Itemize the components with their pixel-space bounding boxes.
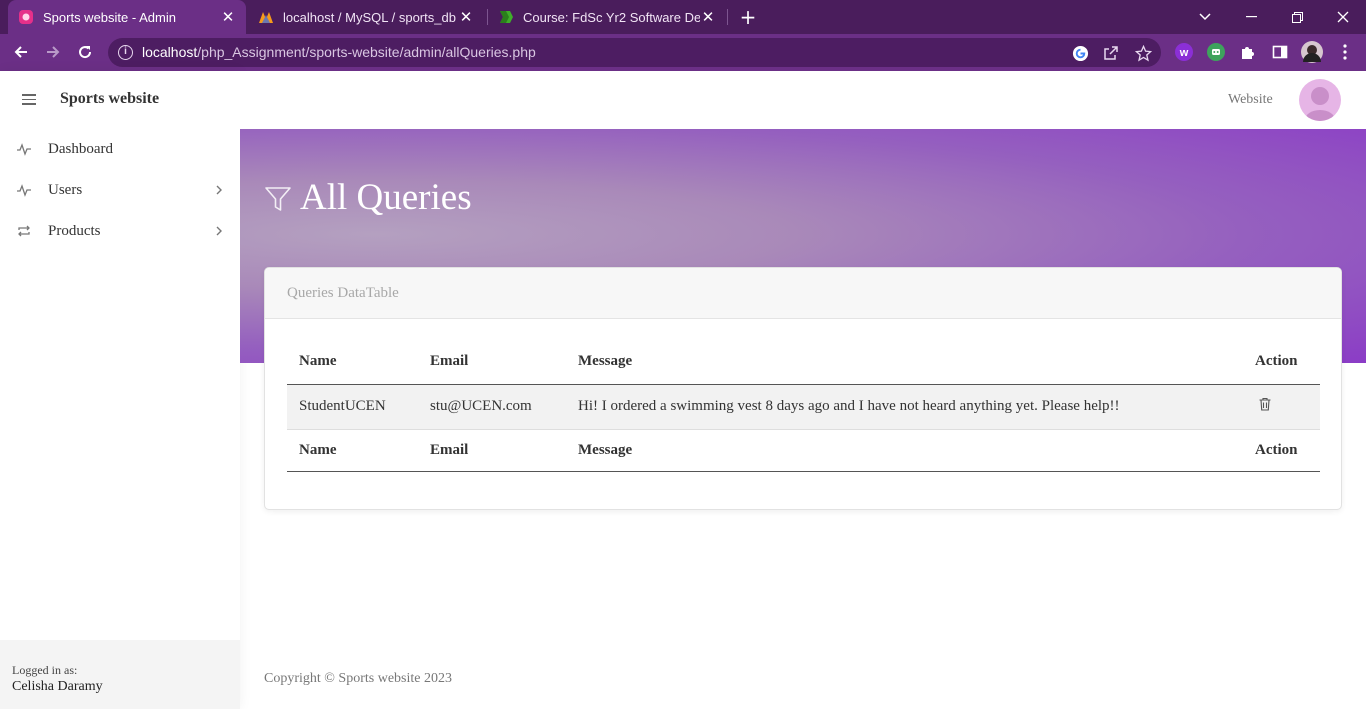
google-lens-icon[interactable]: [1071, 44, 1089, 62]
admin-sidebar: Sports website Dashboard Users Products …: [0, 71, 240, 709]
footer-header-message: Message: [566, 428, 1243, 472]
top-navbar: Website: [240, 71, 1366, 129]
phpmyadmin-favicon-icon: [259, 12, 273, 23]
sidebar-footer: Logged in as: Celisha Daramy: [0, 640, 240, 709]
browser-tab-admin[interactable]: Sports website - Admin ✕: [8, 0, 246, 34]
table-footer-row: Name Email Message Action: [287, 428, 1320, 472]
browser-tab-phpmyadmin[interactable]: localhost / MySQL / sports_db / p ✕: [248, 0, 484, 34]
footer-header-action: Action: [1243, 428, 1320, 472]
table-row: StudentUCEN stu@UCEN.com Hi! I ordered a…: [287, 384, 1320, 430]
user-avatar-icon: [1305, 87, 1335, 121]
column-header-message[interactable]: Message: [566, 340, 1243, 385]
sidebar-item-label: Users: [48, 182, 83, 198]
cell-action: [1243, 384, 1320, 430]
profile-avatar-icon[interactable]: [1301, 41, 1323, 63]
column-header-action[interactable]: Action: [1243, 340, 1320, 385]
minimize-icon[interactable]: [1228, 0, 1274, 34]
footer-header-name: Name: [287, 428, 418, 472]
sidebar-toggle-icon[interactable]: [22, 94, 36, 106]
filter-icon: [265, 187, 291, 211]
tab-close-icon[interactable]: ✕: [700, 8, 716, 26]
address-bar[interactable]: i localhost/php_Assignment/sports-websit…: [108, 38, 1161, 67]
tab-search-icon[interactable]: [1182, 0, 1228, 34]
footer-header-email: Email: [418, 428, 566, 472]
sidebar-item-users[interactable]: Users: [0, 170, 240, 211]
url-text[interactable]: localhost/php_Assignment/sports-website/…: [142, 44, 536, 60]
new-tab-icon[interactable]: +: [736, 5, 760, 29]
browser-toolbar: i localhost/php_Assignment/sports-websit…: [0, 34, 1366, 71]
card-title: Queries DataTable: [287, 285, 399, 301]
logged-in-user: Celisha Daramy: [12, 679, 103, 694]
queries-table: Name Email Message Action StudentUCEN st…: [287, 340, 1320, 472]
tab-title: Sports website - Admin: [43, 9, 176, 25]
side-panel-icon[interactable]: [1271, 43, 1289, 61]
copyright-text: Copyright © Sports website 2023: [264, 671, 452, 686]
activity-icon: [17, 184, 31, 197]
site-info-icon[interactable]: i: [118, 45, 133, 60]
restore-icon[interactable]: [1274, 0, 1320, 34]
column-header-name[interactable]: Name: [287, 340, 418, 385]
svg-text:w: w: [1179, 47, 1189, 59]
tab-title: localhost / MySQL / sports_db / p: [283, 9, 458, 25]
back-icon[interactable]: [8, 39, 34, 65]
tab-title: Course: FdSc Yr2 Software Develo: [523, 9, 700, 25]
avatar[interactable]: [1299, 79, 1341, 121]
trash-icon[interactable]: [1258, 397, 1272, 411]
sidebar-brand: Sports website: [0, 71, 240, 129]
brand-name[interactable]: Sports website: [60, 90, 159, 108]
activity-icon: [17, 143, 31, 156]
reload-icon[interactable]: [72, 39, 98, 65]
table-header-row: Name Email Message Action: [287, 340, 1320, 385]
bookmark-star-icon[interactable]: [1134, 44, 1152, 62]
extensions-puzzle-icon[interactable]: [1239, 43, 1257, 61]
sidebar-item-label: Products: [48, 223, 101, 239]
page-title: All Queries: [300, 177, 472, 218]
tab-close-icon[interactable]: ✕: [458, 8, 474, 26]
forward-icon[interactable]: [40, 39, 66, 65]
cell-message: Hi! I ordered a swimming vest 8 days ago…: [566, 384, 1243, 430]
sidebar-item-dashboard[interactable]: Dashboard: [0, 129, 240, 170]
card-header: Queries DataTable: [265, 268, 1341, 319]
logged-in-label: Logged in as:: [12, 663, 78, 677]
chevron-right-icon: [216, 185, 222, 195]
tab-close-icon[interactable]: ✕: [220, 8, 236, 26]
website-link[interactable]: Website: [1228, 92, 1273, 108]
browser-menu-icon[interactable]: [1336, 43, 1354, 61]
extension-w-icon[interactable]: w: [1175, 43, 1193, 61]
extension-robot-icon[interactable]: [1207, 43, 1225, 61]
sidebar-item-products[interactable]: Products: [0, 211, 240, 252]
sidebar-item-label: Dashboard: [48, 141, 113, 157]
moodle-favicon-icon: [500, 11, 513, 23]
tab-separator: [727, 9, 728, 25]
column-header-email[interactable]: Email: [418, 340, 566, 385]
close-window-icon[interactable]: [1320, 0, 1366, 34]
browser-tab-course[interactable]: Course: FdSc Yr2 Software Develo ✕: [488, 0, 726, 34]
repeat-icon: [18, 225, 30, 237]
cell-email: stu@UCEN.com: [418, 384, 566, 430]
share-icon[interactable]: [1102, 44, 1120, 62]
queries-card: Queries DataTable Name Email Message Act…: [264, 267, 1342, 510]
cell-name: StudentUCEN: [287, 384, 418, 430]
chevron-right-icon: [216, 226, 222, 236]
site-favicon-icon: [19, 10, 33, 24]
browser-tab-bar: Sports website - Admin ✕ localhost / MyS…: [0, 0, 1366, 34]
